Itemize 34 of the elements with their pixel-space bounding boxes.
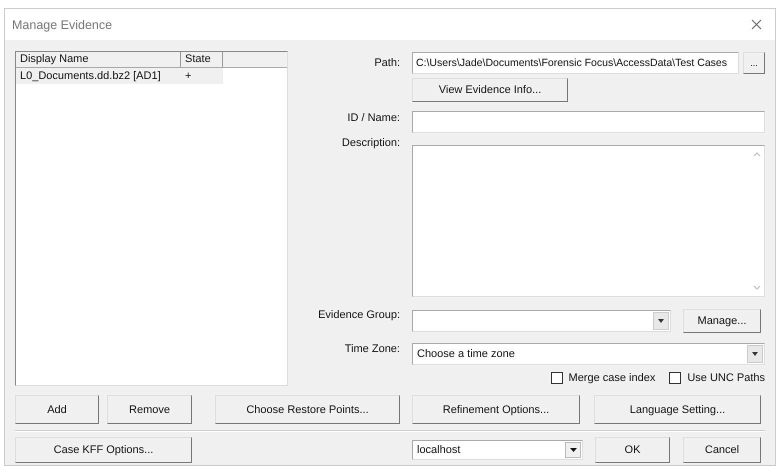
column-header[interactable]: Display Name (16, 52, 181, 67)
table-cell-text: + (184, 70, 192, 82)
manage-button[interactable]: Manage... (683, 309, 761, 333)
view-info-button[interactable]: View Evidence Info... (412, 78, 568, 102)
browse-button[interactable]: ... (743, 52, 765, 74)
path-field[interactable]: C:\Users\Jade\Documents\Forensic Focus\AccessData\Test Cases (412, 52, 739, 74)
column-header[interactable]: State (181, 52, 223, 67)
dropdown-arrow-icon (570, 448, 576, 452)
table-cell-text: L0_Documents.dd.bz2 [AD1] (19, 70, 162, 82)
evidence-group-dropdown[interactable] (412, 310, 671, 332)
field-label: Path: (373, 57, 400, 69)
field-label: Description: (340, 137, 400, 149)
refinement-options-button[interactable]: Refinement Options... (412, 395, 580, 424)
list-row[interactable]: L0_Documents.dd.bz2 [AD1] + (16, 68, 223, 84)
dropdown-arrow-icon (752, 352, 758, 356)
time-zone-dropdown[interactable]: Choose a time zone (412, 343, 765, 365)
dropdown-arrow-icon (658, 319, 664, 323)
case-kff-options-button[interactable]: Case KFF Options... (15, 437, 192, 463)
option-checkbox[interactable]: Use UNC Paths (669, 370, 765, 386)
restore-points-button[interactable]: Choose Restore Points... (215, 395, 400, 424)
field-label: ID / Name: (346, 112, 400, 124)
add-button[interactable]: Add (15, 395, 99, 424)
language-setting-button[interactable]: Language Setting... (594, 395, 761, 424)
cancel-button[interactable]: Cancel (683, 437, 761, 463)
ok-button[interactable]: OK (595, 437, 670, 463)
server-dropdown[interactable]: localhost (412, 440, 583, 460)
close-icon[interactable] (751, 19, 762, 30)
remove-button[interactable]: Remove (107, 395, 192, 424)
description-field[interactable] (412, 145, 765, 297)
option-checkbox[interactable]: Merge case index (550, 370, 656, 386)
field-label: Time Zone: (344, 343, 400, 355)
id-name-field[interactable] (412, 111, 765, 133)
field-label: Evidence Group: (317, 309, 400, 321)
window-title: Manage Evidence (12, 18, 112, 32)
